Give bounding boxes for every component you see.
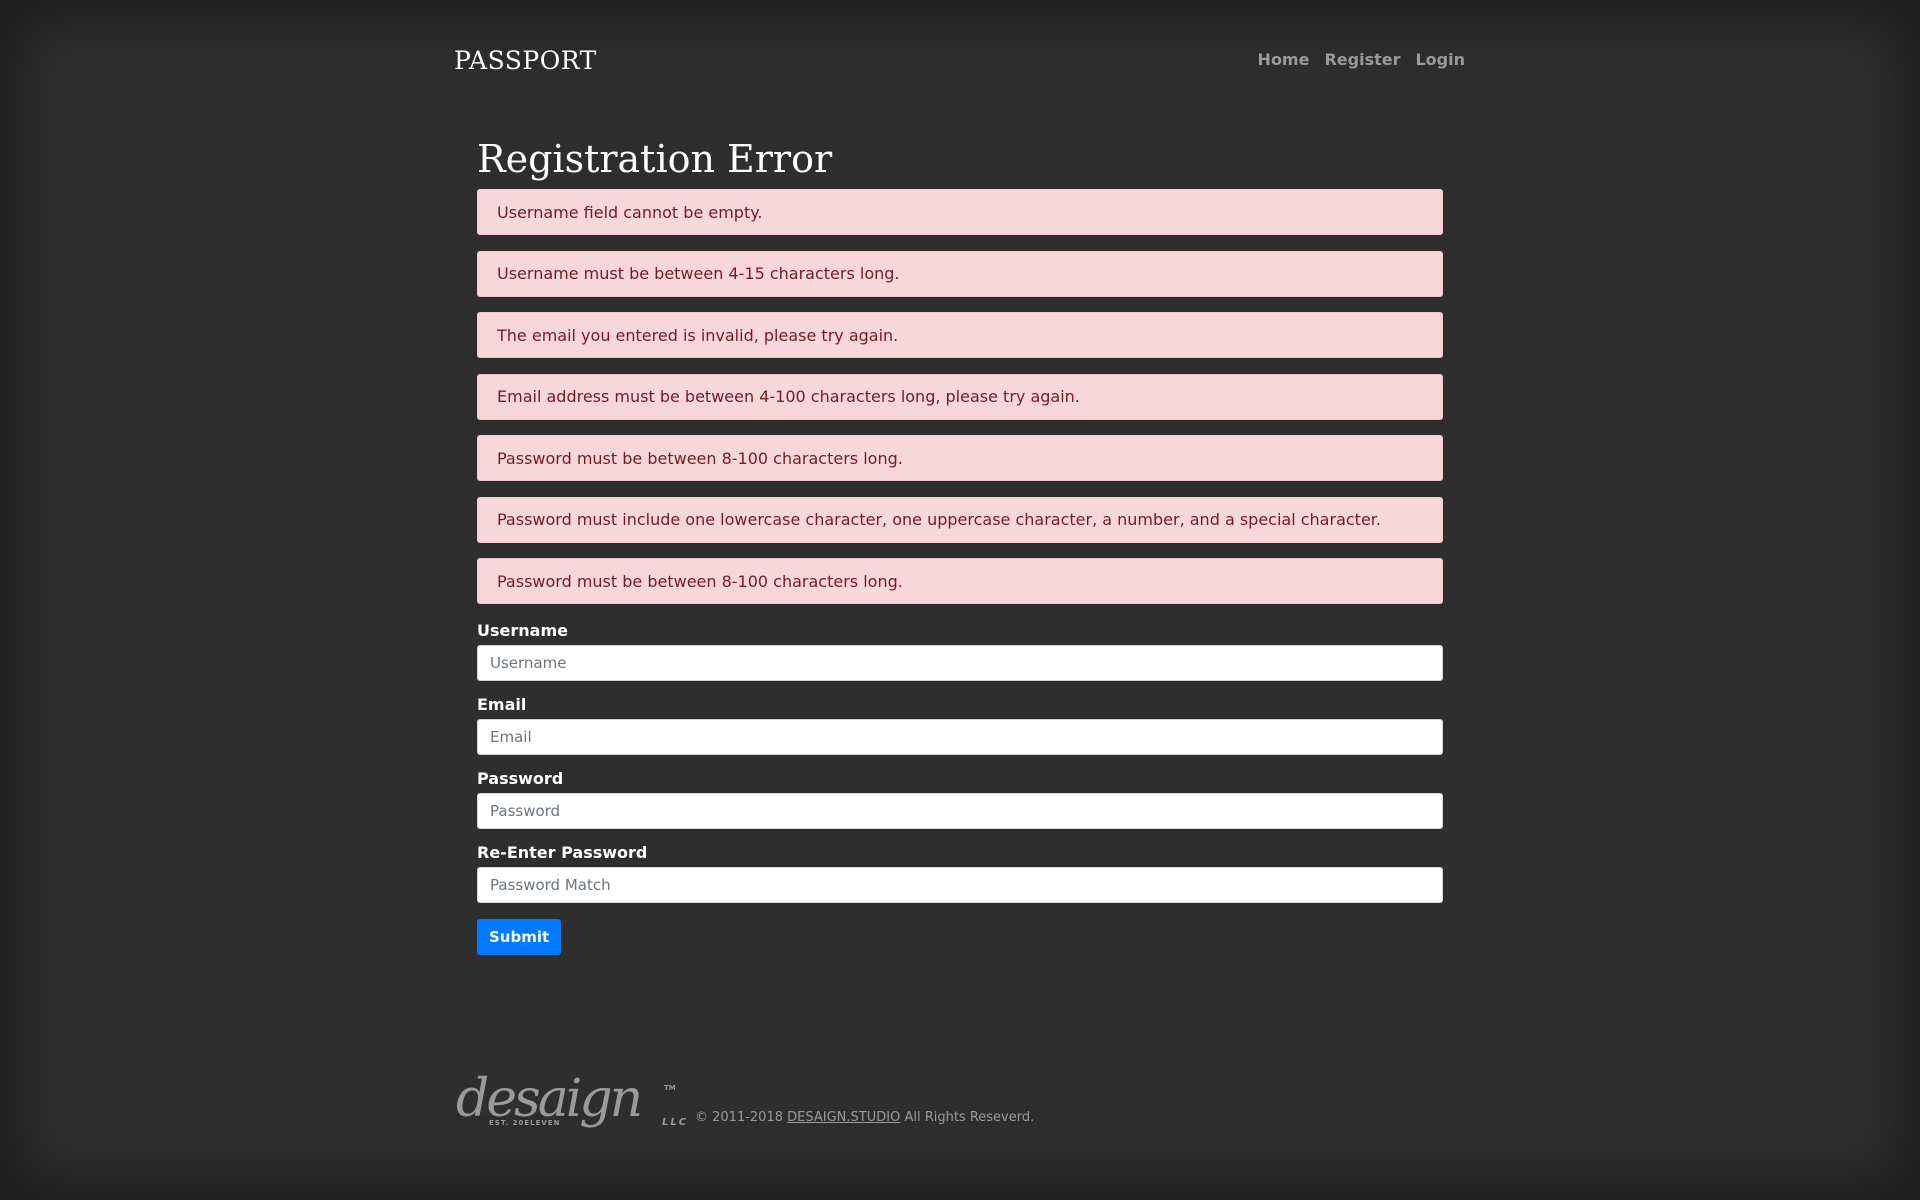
registration-form: Username Email Password Re-Enter Passwor…: [477, 620, 1443, 955]
username-group: Username: [477, 620, 1443, 681]
email-group: Email: [477, 694, 1443, 755]
logo-trademark: TM: [664, 1084, 676, 1092]
alert-text: Username field cannot be empty.: [497, 202, 763, 222]
error-alert-password-length-repeat: Password must be between 8-100 character…: [477, 558, 1443, 604]
nav-link-login[interactable]: Login: [1415, 50, 1465, 69]
desaign-logo[interactable]: desaign EST. 20ELEVEN LLC TM: [454, 1068, 689, 1128]
desaign-studio-link[interactable]: DESAIGN.STUDIO: [787, 1110, 900, 1125]
username-label: Username: [477, 621, 568, 640]
alert-text: Email address must be between 4-100 char…: [497, 387, 1080, 406]
email-label: Email: [477, 695, 527, 714]
nav-link-home[interactable]: Home: [1258, 50, 1310, 69]
error-alert-password-length: Password must be between 8-100 character…: [477, 435, 1443, 481]
username-input[interactable]: [477, 645, 1443, 681]
password-label: Password: [477, 769, 564, 788]
error-alert-email-invalid: The email you entered is invalid, please…: [477, 312, 1443, 358]
password-confirm-group: Re-Enter Password: [477, 842, 1443, 903]
error-alert-email-length: Email address must be between 4-100 char…: [477, 373, 1443, 420]
copyright-prefix: © 2011-2018: [695, 1110, 783, 1125]
alert-text: Username must be between 4-15 characters…: [497, 264, 900, 283]
brand-logo[interactable]: PASSPORT: [454, 46, 597, 75]
password-confirm-label: Re-Enter Password: [477, 843, 648, 862]
footer: desaign EST. 20ELEVEN LLC TM © 2011-2018…: [454, 1068, 1034, 1128]
email-input[interactable]: [477, 719, 1443, 755]
logo-tagline: EST. 20ELEVEN: [489, 1119, 560, 1127]
footer-copyright: © 2011-2018 DESAIGN.STUDIO All Rights Re…: [695, 1110, 1034, 1125]
main-content: Registration Error Username field cannot…: [477, 132, 1443, 955]
alert-text: Password must include one lowercase char…: [497, 510, 1381, 529]
logo-suffix: LLC: [662, 1117, 688, 1128]
page-title: Registration Error: [477, 137, 833, 181]
error-alert-username-empty: Username field cannot be empty.: [477, 189, 1443, 235]
alert-text: The email you entered is invalid, please…: [497, 325, 899, 345]
nav-links: Home Register Login: [1258, 50, 1465, 69]
alert-text: Password must be between 8-100 character…: [497, 571, 903, 591]
navbar: PASSPORT Home Register Login: [454, 42, 1465, 78]
copyright-suffix: All Rights Reseverd.: [904, 1110, 1035, 1125]
error-alert-username-length: Username must be between 4-15 characters…: [477, 250, 1443, 297]
password-confirm-input[interactable]: [477, 867, 1443, 903]
error-alert-password-complexity: Password must include one lowercase char…: [477, 496, 1443, 543]
submit-button[interactable]: Submit: [477, 919, 562, 955]
password-group: Password: [477, 768, 1443, 829]
alert-text: Password must be between 8-100 character…: [497, 448, 903, 468]
password-input[interactable]: [477, 793, 1443, 829]
nav-link-register[interactable]: Register: [1324, 50, 1400, 69]
